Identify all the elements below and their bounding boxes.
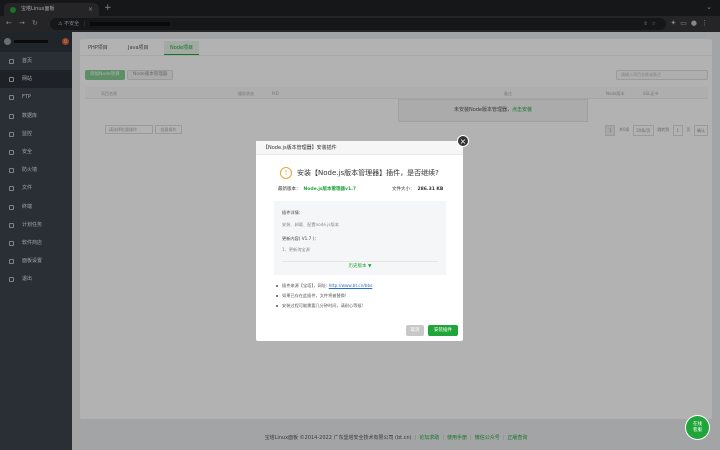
detail-divider	[282, 261, 438, 262]
warning-icon: !	[280, 167, 292, 179]
plugin-detail-box: 插件详情： 安装、卸载、配置node.js版本 更新内容( V1.7 )： 1、…	[274, 201, 446, 275]
dialog-heading: ! 安装【Node.js版本管理器】插件，是否继续?	[280, 166, 460, 180]
install-plugin-button[interactable]: 安装插件	[428, 325, 458, 336]
detail-text: 安装、卸载、配置node.js版本	[282, 222, 340, 227]
dialog-title: 【Node.js版本管理器】安装插件	[256, 141, 463, 155]
install-notes: 插件来源【宝塔】，网址: http://www.bt.cn/bbs 如果已存在此…	[274, 281, 454, 311]
update-title: 更新内容( V1.7 )：	[282, 236, 319, 241]
note-source: 插件来源【宝塔】，网址: http://www.bt.cn/bbs	[274, 281, 454, 291]
cancel-button[interactable]: 取消	[406, 325, 424, 336]
detail-title: 插件详情：	[282, 210, 303, 215]
file-size: 文件大小： 286.31 KB	[392, 187, 444, 192]
latest-version: 最新版本： Node.js版本管理器v1.7	[278, 187, 356, 192]
page: 宝塔Linux面板 × + ⌄ ← → ↻ ⚠ 不安全 | ⇪☆ ✦▭●⋮ 0 …	[0, 0, 720, 450]
size-value: 286.31 KB	[417, 187, 444, 192]
bt-forum-link[interactable]: http://www.bt.cn/bbs	[329, 283, 373, 288]
caret-down-icon: ▼	[367, 264, 372, 269]
close-icon[interactable]: ×	[457, 135, 469, 147]
history-versions-link[interactable]: 历史版本 ▼	[274, 263, 446, 269]
install-plugin-dialog: 【Node.js版本管理器】安装插件 × ! 安装【Node.js版本管理器】插件…	[256, 135, 469, 341]
note-replace: 如果已存在此插件，文件将被替换!	[274, 291, 454, 301]
version-value: Node.js版本管理器v1.7	[303, 187, 356, 192]
note-wait: 安装过程可能需要几分钟时间，请耐心等候!	[274, 301, 454, 311]
update-text: 1、更新淘宝源	[282, 247, 310, 252]
customer-service-button[interactable]: 在线 客服	[685, 415, 710, 440]
